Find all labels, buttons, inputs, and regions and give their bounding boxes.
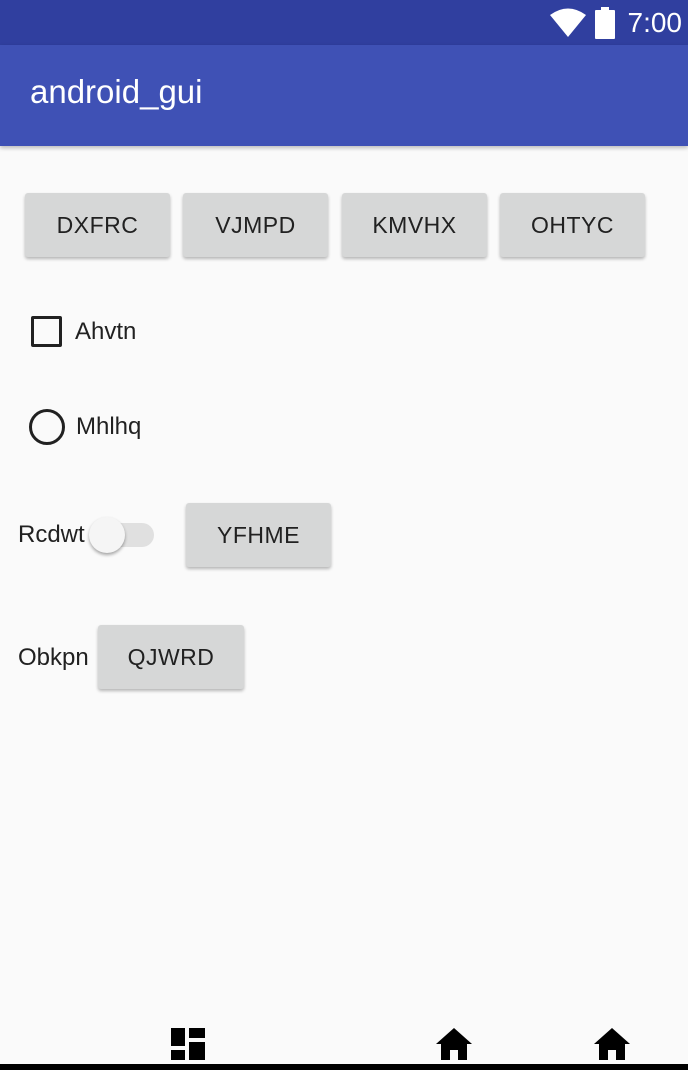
switch-label: Rcdwt xyxy=(18,521,85,548)
nav-bottom-line xyxy=(0,1064,688,1070)
switch-thumb[interactable] xyxy=(89,517,125,553)
qjwrd-button[interactable]: QJWRD xyxy=(98,625,244,689)
dxfrc-button[interactable]: DXFRC xyxy=(25,193,170,257)
nav-bar xyxy=(0,1020,688,1070)
home-icon[interactable] xyxy=(436,1028,472,1060)
app-bar: android_gui xyxy=(0,45,688,146)
dashboard-icon[interactable] xyxy=(171,1028,205,1060)
app-title: android_gui xyxy=(30,73,203,110)
battery-icon xyxy=(594,6,615,39)
ohtyc-button[interactable]: OHTYC xyxy=(500,193,645,257)
checkbox-label: Ahvtn xyxy=(75,317,137,345)
status-bar: 7:00 xyxy=(0,0,688,45)
radio-mhlhq[interactable]: Mhlhq xyxy=(29,409,141,445)
vjmpd-button[interactable]: VJMPD xyxy=(183,193,328,257)
yfhme-button[interactable]: YFHME xyxy=(186,503,331,567)
home-icon-2[interactable] xyxy=(594,1028,630,1060)
status-time: 7:00 xyxy=(627,6,683,38)
checkbox-box[interactable] xyxy=(31,316,62,347)
kmvhx-button[interactable]: KMVHX xyxy=(342,193,487,257)
radio-label: Mhlhq xyxy=(76,413,142,440)
status-icons: 7:00 xyxy=(549,0,683,45)
radio-circle[interactable] xyxy=(29,409,65,445)
checkbox-ahvtn[interactable]: Ahvtn xyxy=(31,316,136,347)
wifi-icon xyxy=(549,8,586,37)
obkpn-label: Obkpn xyxy=(18,644,89,671)
